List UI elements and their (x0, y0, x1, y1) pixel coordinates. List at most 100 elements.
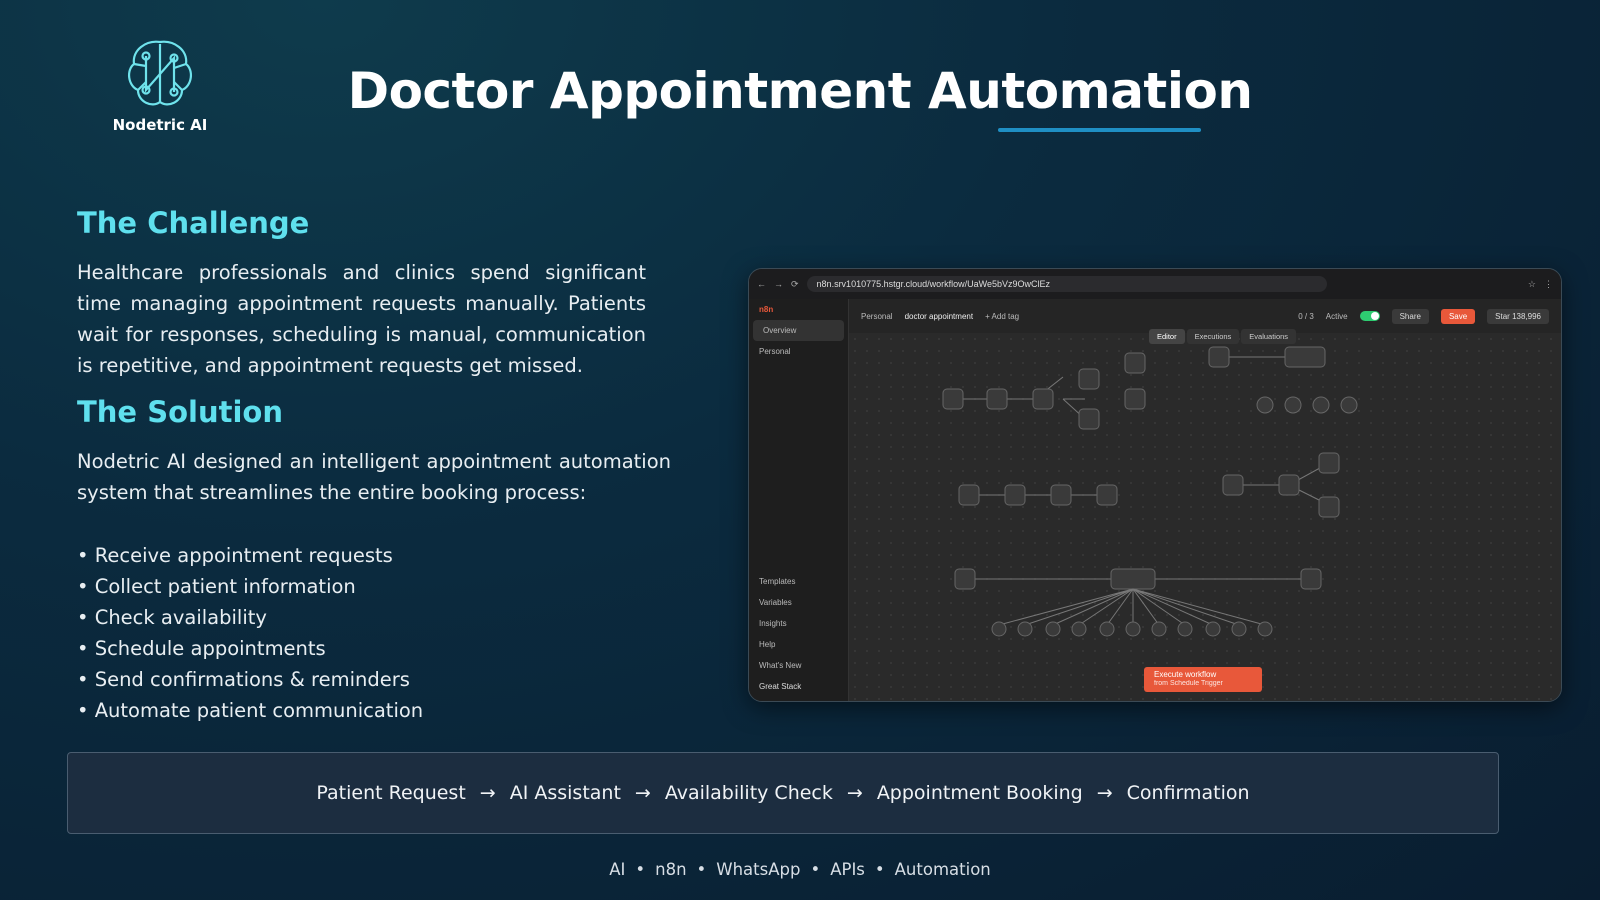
n8n-sidebar: n8n Overview Personal Templates Variable… (749, 299, 849, 701)
bullet-item: • Automate patient communication (77, 699, 424, 722)
sidebar-item-insights[interactable]: Insights (749, 613, 848, 634)
sidebar-item-personal[interactable]: Personal (749, 341, 848, 362)
solution-bullet-list: • Receive appointment requests • Collect… (77, 540, 423, 726)
title-underline (998, 128, 1201, 132)
workflow-node[interactable] (1125, 621, 1141, 637)
add-tag-link[interactable]: + Add tag (985, 312, 1019, 321)
workflow-node[interactable] (954, 568, 976, 590)
share-button[interactable]: Share (1391, 308, 1429, 324)
sidebar-item-templates[interactable]: Templates (749, 571, 848, 592)
execute-workflow-button[interactable]: Execute workflow from Schedule Trigger (1144, 667, 1262, 692)
workflow-group-4 (1222, 452, 1340, 518)
bullet-item: • Collect patient information (77, 575, 356, 598)
workflow-node[interactable] (958, 484, 980, 506)
workflow-node[interactable] (942, 388, 964, 410)
workflow-name[interactable]: doctor appointment (905, 312, 974, 321)
footer-item: n8n (655, 860, 687, 879)
workflow-node[interactable] (1312, 396, 1330, 414)
workflow-node[interactable] (1256, 396, 1274, 414)
arrow-right-icon: → (634, 782, 651, 804)
workflow-group-3 (1208, 346, 1358, 414)
active-toggle[interactable] (1359, 311, 1380, 321)
separator-dot: • (874, 860, 885, 879)
workflow-node[interactable] (1222, 474, 1244, 496)
sidebar-item-variables[interactable]: Variables (749, 592, 848, 613)
menu-icon[interactable]: ⋮ (1544, 279, 1553, 290)
star-icon[interactable]: ☆ (1528, 279, 1536, 290)
workflow-node[interactable] (991, 621, 1007, 637)
workflow-node[interactable] (1099, 621, 1115, 637)
workflow-node[interactable] (1071, 621, 1087, 637)
address-bar[interactable]: n8n.srv1010775.hstgr.cloud/workflow/UaWe… (806, 276, 1327, 292)
workflow-node[interactable] (1284, 396, 1302, 414)
workflow-node[interactable] (1050, 484, 1072, 506)
breadcrumb-project[interactable]: Personal (861, 312, 893, 321)
separator-dot: • (696, 860, 707, 879)
separator-dot: • (810, 860, 821, 879)
workflow-node[interactable] (1078, 368, 1100, 390)
flow-step: AI Assistant (509, 782, 621, 804)
sidebar-item-whats-new[interactable]: What's New (749, 655, 848, 676)
workflow-group-1 (942, 352, 1146, 430)
workflow-header: Personal doctor appointment + Add tag 0 … (849, 299, 1561, 333)
back-icon[interactable]: ← (757, 279, 766, 289)
workflow-node[interactable] (1284, 346, 1326, 368)
sidebar-item-help[interactable]: Help (749, 634, 848, 655)
workflow-canvas[interactable] (849, 333, 1561, 701)
editor-tabs: Editor Executions Evaluations (1149, 329, 1297, 344)
workflow-screenshot: ← → ⟳ n8n.srv1010775.hstgr.cloud/workflo… (748, 268, 1562, 702)
separator-dot: • (635, 860, 646, 879)
workflow-node[interactable] (1205, 621, 1221, 637)
process-flow-bar: Patient Request → AI Assistant → Availab… (67, 752, 1499, 834)
workflow-node[interactable] (1318, 452, 1340, 474)
workflow-group-2 (958, 484, 1118, 506)
workflow-graph (942, 346, 1358, 637)
workflow-node[interactable] (1177, 621, 1193, 637)
save-button[interactable]: Save (1440, 308, 1476, 324)
user-name[interactable]: Great Stack (749, 676, 848, 697)
workflow-node[interactable] (1278, 474, 1300, 496)
workflow-node[interactable] (1032, 388, 1054, 410)
workflow-node[interactable] (1340, 396, 1358, 414)
workflow-node[interactable] (1078, 408, 1100, 430)
workflow-node[interactable] (1045, 621, 1061, 637)
tab-evaluations[interactable]: Evaluations (1241, 329, 1297, 344)
arrow-right-icon: → (1096, 782, 1113, 804)
arrow-right-icon: → (846, 782, 863, 804)
star-label: Star (1495, 311, 1510, 321)
workflow-node[interactable] (1017, 621, 1033, 637)
workflow-node[interactable] (1300, 568, 1322, 590)
flow-step: Patient Request (316, 782, 466, 804)
footer-item: WhatsApp (716, 860, 801, 879)
flow-step: Availability Check (664, 782, 833, 804)
workflow-node[interactable] (986, 388, 1008, 410)
star-count: 138,996 (1512, 311, 1541, 321)
workflow-node[interactable] (1231, 621, 1247, 637)
workflow-node[interactable] (1110, 568, 1156, 590)
reload-icon[interactable]: ⟳ (791, 279, 799, 290)
n8n-logo: n8n (759, 305, 774, 314)
flow-step: Appointment Booking (876, 782, 1083, 804)
execute-sub-label: from Schedule Trigger (1154, 680, 1223, 687)
footer-item: Automation (894, 860, 991, 879)
active-label: Active (1325, 311, 1348, 321)
workflow-node[interactable] (1208, 346, 1230, 368)
workflow-group-5 (954, 568, 1322, 637)
footer-item: AI (609, 860, 626, 879)
github-star-button[interactable]: Star 138,996 (1487, 308, 1549, 324)
workflow-node[interactable] (1318, 496, 1340, 518)
workflow-node[interactable] (1124, 388, 1146, 410)
workflow-node[interactable] (1096, 484, 1118, 506)
forward-icon[interactable]: → (774, 279, 783, 289)
workflow-node[interactable] (1257, 621, 1273, 637)
tab-editor[interactable]: Editor (1149, 329, 1185, 344)
footer-item: APIs (830, 860, 865, 879)
tab-executions[interactable]: Executions (1186, 329, 1240, 344)
workflow-node[interactable] (1151, 621, 1167, 637)
execute-label: Execute workflow (1154, 670, 1217, 679)
workflow-node[interactable] (1124, 352, 1146, 374)
sidebar-item-overview[interactable]: Overview (753, 320, 844, 341)
page-title: Doctor Appointment Automation (347, 62, 1253, 120)
workflow-node[interactable] (1004, 484, 1026, 506)
bullet-item: • Send confirmations & reminders (77, 668, 410, 691)
